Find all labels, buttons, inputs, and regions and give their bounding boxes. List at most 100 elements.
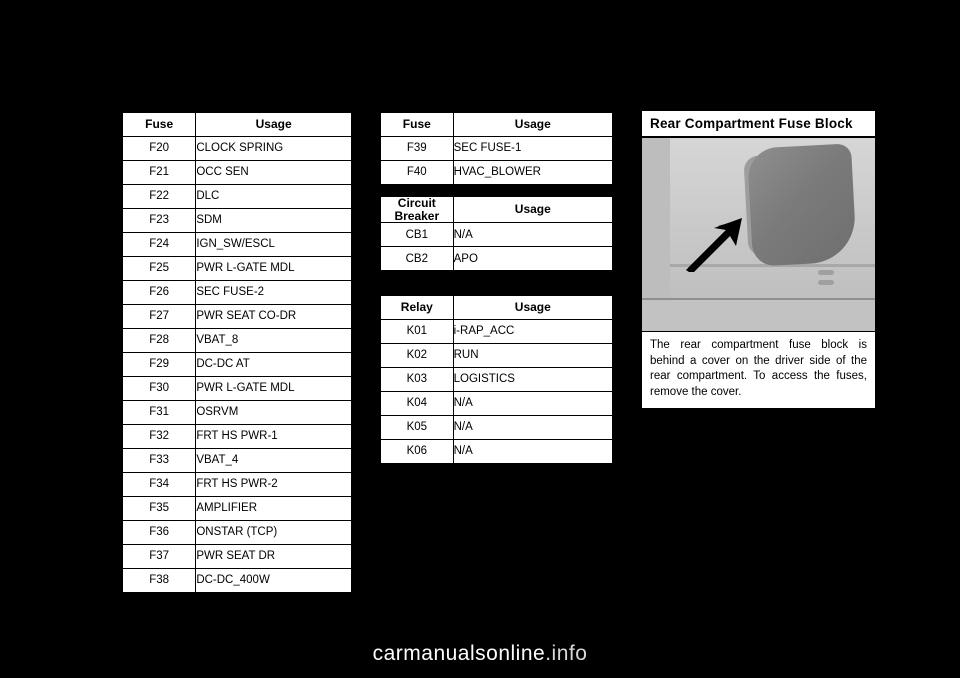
rear-compartment-fuse-block-panel: Rear Compartment Fuse Block The rear com… xyxy=(641,110,876,410)
fuse-id: F33 xyxy=(121,448,197,473)
fuse-id: F29 xyxy=(121,352,197,377)
relay-usage: N/A xyxy=(452,415,614,440)
table-row: F34 FRT HS PWR-2 xyxy=(121,472,352,497)
fuse-table-right: Fuse Usage F39 SEC FUSE-1 F40 HVAC_BLOWER xyxy=(380,112,614,185)
table-header-row: Circuit Breaker Usage xyxy=(380,195,614,224)
fuse-usage: SDM xyxy=(195,208,352,233)
figure-caption: The rear compartment fuse block is behin… xyxy=(650,339,867,398)
fuse-usage: PWR L-GATE MDL xyxy=(195,376,352,401)
table-row: F31 OSRVM xyxy=(121,400,352,425)
table-row: K05 N/A xyxy=(380,415,614,440)
column-header-relay: Relay xyxy=(380,295,454,320)
table-row: F26 SEC FUSE-2 xyxy=(121,280,352,305)
fuse-usage: PWR SEAT DR xyxy=(195,544,352,569)
section-title: Rear Compartment Fuse Block xyxy=(642,111,875,138)
circuit-breaker-table: Circuit Breaker Usage CB1 N/A CB2 APO xyxy=(380,195,614,272)
fuse-id: F37 xyxy=(121,544,197,569)
column-header-circuit-breaker: Circuit Breaker xyxy=(380,195,454,224)
column-header-fuse: Fuse xyxy=(121,112,197,137)
fuse-id: F30 xyxy=(121,376,197,401)
fuse-usage: CLOCK SPRING xyxy=(195,136,352,161)
fuse-id: F35 xyxy=(121,496,197,521)
fuse-usage: DC-DC_400W xyxy=(195,568,352,593)
fuse-id: F21 xyxy=(121,160,197,185)
fuse-usage: FRT HS PWR-2 xyxy=(195,472,352,497)
fuse-id: F32 xyxy=(121,424,197,449)
fuse-usage: SEC FUSE-2 xyxy=(195,280,352,305)
fuse-usage: OSRVM xyxy=(195,400,352,425)
table-row: F27 PWR SEAT CO-DR xyxy=(121,304,352,329)
table-row: F32 FRT HS PWR-1 xyxy=(121,424,352,449)
fuse-usage: PWR SEAT CO-DR xyxy=(195,304,352,329)
fuse-usage: VBAT_4 xyxy=(195,448,352,473)
fuse-id: F23 xyxy=(121,208,197,233)
illustration-floor xyxy=(642,298,875,331)
watermark-url-main: carmanualsonline xyxy=(372,642,546,665)
relay-table: Relay Usage K01 i-RAP_ACC K02 RUN K03 LOGIS… xyxy=(380,295,614,464)
column-header-usage: Usage xyxy=(452,195,614,224)
illustration-vent-slot xyxy=(818,270,834,275)
table-row: K04 N/A xyxy=(380,391,614,416)
fuse-id: F31 xyxy=(121,400,197,425)
fuse-usage: VBAT_8 xyxy=(195,328,352,353)
fuse-usage: FRT HS PWR-1 xyxy=(195,424,352,449)
relay-usage: RUN xyxy=(452,343,614,368)
relay-id: K02 xyxy=(380,343,454,368)
fuse-id: F38 xyxy=(121,568,197,593)
table-row: F36 ONSTAR (TCP) xyxy=(121,520,352,545)
fuse-usage: DLC xyxy=(195,184,352,209)
table-row: F39 SEC FUSE-1 xyxy=(380,136,614,161)
illustration-vent-slot xyxy=(818,280,834,285)
breaker-usage: N/A xyxy=(452,222,614,248)
fuse-usage: PWR L-GATE MDL xyxy=(195,256,352,281)
table-row: F21 OCC SEN xyxy=(121,160,352,185)
table-row: K02 RUN xyxy=(380,343,614,368)
fuse-id: F39 xyxy=(380,136,454,161)
table-row: F25 PWR L-GATE MDL xyxy=(121,256,352,281)
rear-compartment-illustration xyxy=(642,138,875,332)
relay-id: K03 xyxy=(380,367,454,392)
column-header-fuse: Fuse xyxy=(380,112,454,137)
table-header-row: Fuse Usage xyxy=(121,112,352,137)
fuse-usage: AMPLIFIER xyxy=(195,496,352,521)
fuse-id: F24 xyxy=(121,232,197,257)
column-header-usage: Usage xyxy=(195,112,352,137)
table-row: K01 i-RAP_ACC xyxy=(380,319,614,344)
fuse-table-left: Fuse Usage F20 CLOCK SPRING F21 OCC SEN F2… xyxy=(121,112,352,593)
column-header-usage: Usage xyxy=(452,112,614,137)
table-row: F28 VBAT_8 xyxy=(121,328,352,353)
watermark-url-suffix: .info xyxy=(545,642,588,665)
fuse-id: F28 xyxy=(121,328,197,353)
fuse-id: F26 xyxy=(121,280,197,305)
relay-usage: N/A xyxy=(452,391,614,416)
relay-id: K06 xyxy=(380,439,454,464)
table-row: F35 AMPLIFIER xyxy=(121,496,352,521)
breaker-id: CB1 xyxy=(380,222,454,248)
fuse-usage: SEC FUSE-1 xyxy=(452,136,614,161)
table-row: F29 DC-DC AT xyxy=(121,352,352,377)
fuse-id: F25 xyxy=(121,256,197,281)
fuse-usage: IGN_SW/ESCL xyxy=(195,232,352,257)
relay-id: K01 xyxy=(380,319,454,344)
table-row: CB1 N/A xyxy=(380,222,614,248)
fuse-id: F27 xyxy=(121,304,197,329)
table-row: F37 PWR SEAT DR xyxy=(121,544,352,569)
relay-usage: N/A xyxy=(452,439,614,464)
table-row: CB2 APO xyxy=(380,246,614,272)
fuse-usage: OCC SEN xyxy=(195,160,352,185)
table-row: K06 N/A xyxy=(380,439,614,464)
pointer-arrow-icon xyxy=(686,218,742,272)
fuse-id: F34 xyxy=(121,472,197,497)
relay-id: K05 xyxy=(380,415,454,440)
fuse-usage: ONSTAR (TCP) xyxy=(195,520,352,545)
table-row: F20 CLOCK SPRING xyxy=(121,136,352,161)
relay-usage: i-RAP_ACC xyxy=(452,319,614,344)
relay-usage: LOGISTICS xyxy=(452,367,614,392)
fuse-id: F36 xyxy=(121,520,197,545)
fuse-id: F40 xyxy=(380,160,454,185)
table-row: F40 HVAC_BLOWER xyxy=(380,160,614,185)
breaker-usage: APO xyxy=(452,246,614,272)
watermark-url: carmanualsonline.info xyxy=(0,642,960,666)
illustration-fuse-block-cover xyxy=(746,143,858,267)
column-header-usage: Usage xyxy=(452,295,614,320)
